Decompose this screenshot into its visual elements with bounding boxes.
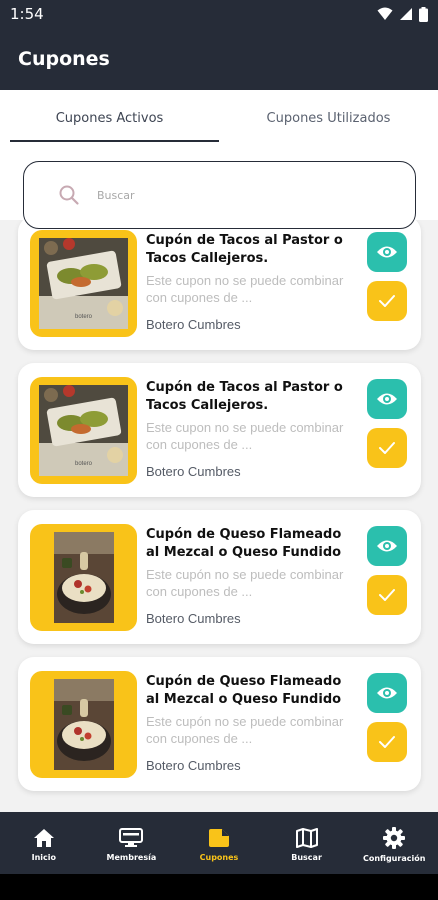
nav-label: Cupones (199, 853, 239, 862)
coupon-store: Botero Cumbres (146, 758, 241, 773)
battery-icon (419, 6, 428, 22)
status-bar: 1:54 (0, 0, 438, 28)
coupon-card[interactable]: Cupón de Queso Flameado al Mezcal o Ques… (18, 657, 421, 791)
bottom-nav: Inicio Membresía Cupones Buscar Configur… (0, 812, 438, 874)
coupon-title: Cupón de Queso Flameado al Mezcal o Ques… (146, 674, 342, 707)
status-icons (377, 6, 428, 22)
coupon-description: Este cupón no se puede combinar con cupo… (146, 567, 344, 599)
coupon-card[interactable]: botero Cupón de Tacos al Pastor o Tacos … (18, 220, 421, 350)
check-icon (379, 442, 395, 454)
coupon-icon (208, 829, 229, 847)
check-icon (379, 295, 395, 307)
nav-label: Inicio (31, 853, 56, 862)
nav-item-membresia[interactable]: Membresía (88, 812, 176, 874)
signal-icon (400, 8, 412, 20)
nav-item-buscar[interactable]: Buscar (263, 812, 351, 874)
nav-item-cupones[interactable]: Cupones (175, 812, 263, 874)
coupon-card[interactable]: botero Cupón de Tacos al Pastor o Tacos … (18, 363, 421, 497)
coupon-store: Botero Cumbres (146, 464, 241, 479)
status-time: 1:54 (10, 5, 44, 23)
tab-cupones-utilizados[interactable]: Cupones Utilizados (219, 90, 438, 146)
queso-photo (53, 532, 114, 623)
wifi-icon (377, 7, 393, 20)
redeem-coupon-button[interactable] (367, 428, 407, 468)
search-placeholder: Buscar (97, 188, 135, 202)
coupon-description: Este cupon no se puede combinar con cupo… (146, 273, 344, 305)
coupon-description: Este cupón no se puede combinar con cupo… (146, 714, 344, 746)
nav-label: Configuración (362, 854, 426, 863)
svg-text:botero: botero (75, 314, 93, 320)
coupon-image: botero (30, 377, 137, 484)
page-title: Cupones (18, 48, 110, 70)
redeem-coupon-button[interactable] (367, 281, 407, 321)
view-coupon-button[interactable] (367, 673, 407, 713)
coupon-title: Cupón de Tacos al Pastor o Tacos Calleje… (146, 233, 343, 266)
eye-icon (377, 393, 397, 405)
svg-text:botero: botero (75, 461, 93, 467)
nav-item-inicio[interactable]: Inicio (0, 812, 88, 874)
queso-photo (53, 679, 114, 770)
coupon-image (30, 671, 137, 778)
coupon-store: Botero Cumbres (146, 317, 241, 332)
coupon-image (30, 524, 137, 631)
check-icon (379, 736, 395, 748)
check-icon (379, 589, 395, 601)
coupon-description: Este cupon no se puede combinar con cupo… (146, 420, 344, 452)
nav-label: Membresía (106, 853, 157, 862)
coupon-title: Cupón de Tacos al Pastor o Tacos Calleje… (146, 380, 343, 413)
tacos-photo: botero (39, 238, 128, 329)
eye-icon (377, 687, 397, 699)
app-bar: Cupones (0, 28, 438, 90)
redeem-coupon-button[interactable] (367, 722, 407, 762)
search-input[interactable]: Buscar (23, 161, 416, 229)
coupon-image: botero (30, 230, 137, 337)
coupon-list[interactable]: botero Cupón de Tacos al Pastor o Tacos … (0, 220, 438, 812)
system-navigation-bar (0, 874, 438, 900)
view-coupon-button[interactable] (367, 526, 407, 566)
home-icon (33, 829, 54, 847)
coupon-title: Cupón de Queso Flameado al Mezcal o Ques… (146, 527, 342, 560)
redeem-coupon-button[interactable] (367, 575, 407, 615)
nav-item-configuracion[interactable]: Configuración (350, 812, 438, 874)
coupon-store: Botero Cumbres (146, 611, 241, 626)
gear-icon (383, 827, 406, 849)
eye-icon (377, 246, 397, 258)
content-panel: Cupones Activos Cupones Utilizados Busca… (0, 90, 438, 812)
coupon-card[interactable]: Cupón de Queso Flameado al Mezcal o Ques… (18, 510, 421, 644)
view-coupon-button[interactable] (367, 232, 407, 272)
tab-cupones-activos[interactable]: Cupones Activos (0, 90, 219, 146)
tab-bar: Cupones Activos Cupones Utilizados (0, 90, 438, 146)
view-coupon-button[interactable] (367, 379, 407, 419)
map-icon (295, 828, 318, 848)
membership-icon (119, 828, 144, 847)
tacos-photo: botero (39, 385, 128, 476)
nav-label: Buscar (291, 853, 322, 862)
eye-icon (377, 540, 397, 552)
search-icon (59, 185, 79, 205)
